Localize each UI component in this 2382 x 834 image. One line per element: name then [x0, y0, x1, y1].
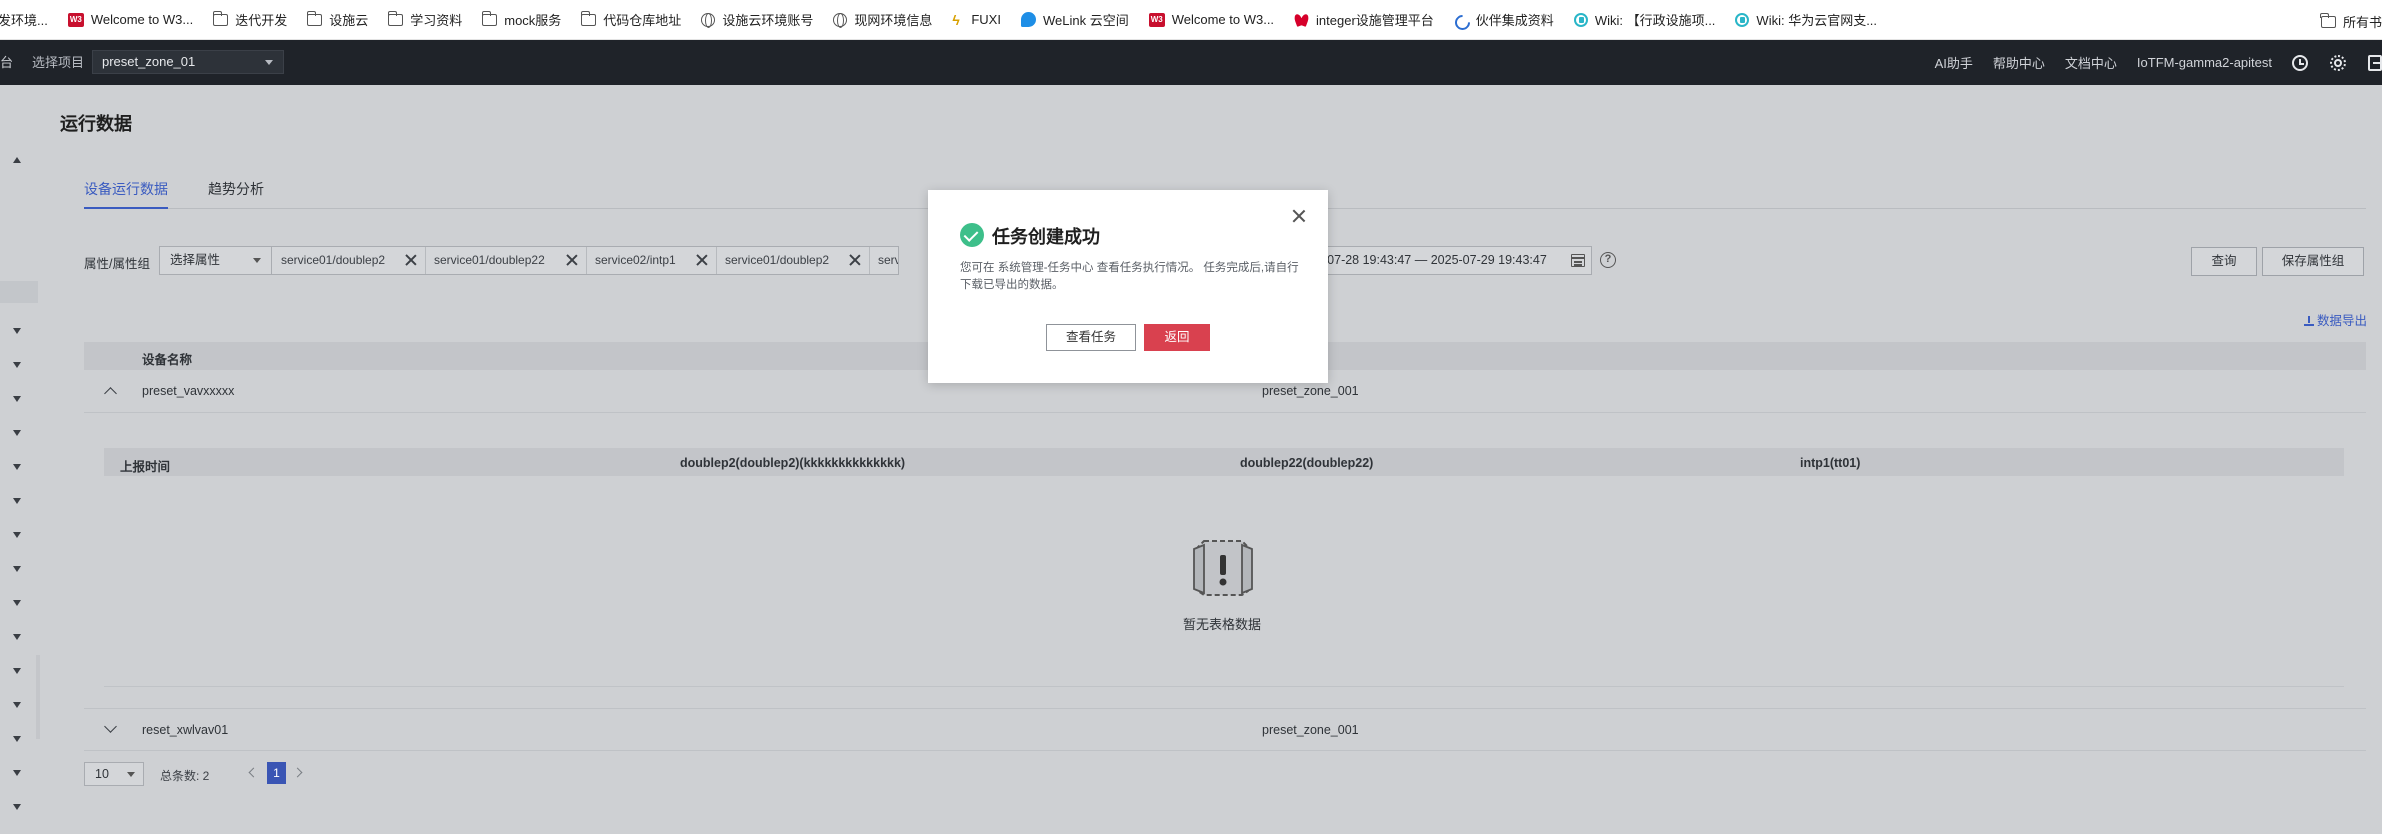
bookmark-label: 代码仓库地址: [603, 13, 682, 28]
project-select-value: preset_zone_01: [102, 54, 196, 69]
bookmark-item[interactable]: 迭代开发: [212, 10, 288, 29]
bookmark-label: 现网环境信息: [854, 13, 933, 28]
bookmark-item[interactable]: Wiki: 【行政设施项...: [1573, 10, 1716, 29]
success-check-icon: [960, 223, 984, 247]
wiki-icon: [1573, 12, 1588, 27]
bookmark-label: 迭代开发: [235, 13, 288, 28]
bookmark-item[interactable]: integer设施管理平台: [1294, 10, 1434, 29]
bookmark-label: 伙伴集成资料: [1475, 13, 1554, 28]
welink-icon: [1020, 12, 1036, 27]
bookmark-item[interactable]: W3 Welcome to W3...: [1148, 12, 1275, 27]
dialog-message: 您可在 系统管理-任务中心 查看任务执行情况。 任务完成后,请自行下载已导出的数…: [960, 262, 1299, 291]
folder-icon: [306, 10, 323, 26]
bookmark-item[interactable]: WeLink 云空间: [1020, 10, 1129, 29]
folder-icon: [2320, 12, 2336, 28]
w3-icon: W3: [67, 12, 84, 27]
nav-link-docs[interactable]: 文档中心: [2065, 53, 2117, 72]
bookmark-label: Welcome to W3...: [90, 12, 194, 27]
bookmark-item[interactable]: W3 Welcome to W3...: [67, 12, 194, 27]
dialog-title: 任务创建成功: [992, 227, 1100, 247]
bookmark-item[interactable]: 学习资料: [387, 10, 463, 29]
bookmark-label: 学习资料: [410, 13, 463, 28]
bookmark-label: 设施云环境账号: [722, 13, 814, 28]
folder-icon: [387, 10, 404, 26]
bookmark-item[interactable]: 设施云: [306, 10, 369, 29]
bookmark-label: WeLink 云空间: [1042, 13, 1129, 28]
bookmark-label: 设施云: [329, 13, 369, 28]
project-label: 选择项目: [32, 55, 85, 70]
logout-icon[interactable]: [2368, 54, 2382, 71]
top-nav: 台 选择项目 preset_zone_01 AI助手 帮助中心 文档中心 IoT…: [0, 40, 2382, 85]
bookmark-label: Wiki: 【行政设施项...: [1594, 13, 1716, 28]
view-task-button[interactable]: 查看任务: [1046, 324, 1136, 351]
bookmark-label: Welcome to W3...: [1171, 12, 1275, 27]
bookmark-label: 发环境...: [0, 13, 48, 28]
nav-right: AI助手 帮助中心 文档中心 IoTFM-gamma2-apitest: [1935, 40, 2382, 85]
fuxi-icon: ϟ: [952, 11, 960, 28]
close-icon[interactable]: [1292, 209, 1306, 223]
project-select[interactable]: preset_zone_01: [92, 50, 284, 74]
back-button[interactable]: 返回: [1144, 324, 1210, 351]
bookmark-all[interactable]: 所有书: [2316, 12, 2382, 31]
theme-icon[interactable]: [2330, 54, 2346, 71]
bookmark-item[interactable]: Wiki: 华为云官网支...: [1735, 10, 1877, 29]
bookmark-label: FUXI: [971, 12, 1001, 27]
nav-stub[interactable]: 台: [0, 40, 13, 85]
bookmark-item[interactable]: 伙伴集成资料: [1454, 10, 1554, 29]
bookmark-label: mock服务: [504, 13, 562, 28]
bookmarks-bar: 发环境... W3 Welcome to W3... 迭代开发 设施云 学习资料 mock服…: [0, 0, 2382, 40]
nav-link-ai[interactable]: AI助手: [1935, 53, 1973, 72]
folder-icon: [481, 10, 498, 26]
bookmark-item[interactable]: 发环境...: [0, 10, 48, 29]
globe-icon: [701, 12, 716, 28]
w3-icon: W3: [1148, 12, 1165, 27]
bookmark-item[interactable]: 代码仓库地址: [580, 10, 682, 29]
bookmark-label: integer设施管理平台: [1316, 13, 1434, 28]
bookmark-all-label: 所有书: [2342, 15, 2382, 30]
partner-icon: [1454, 13, 1469, 27]
globe-icon: [833, 12, 848, 28]
bookmark-item[interactable]: 设施云环境账号: [701, 10, 813, 29]
bookmark-item[interactable]: mock服务: [481, 10, 562, 29]
caret-down-icon: [265, 60, 273, 65]
nav-link-help[interactable]: 帮助中心: [1993, 53, 2045, 72]
huawei-icon: [1294, 13, 1309, 27]
clock-icon[interactable]: [2292, 54, 2308, 71]
bookmark-item[interactable]: 现网环境信息: [833, 10, 932, 29]
folder-icon: [212, 10, 229, 26]
bookmark-label: Wiki: 华为云官网支...: [1756, 13, 1878, 28]
wiki-icon: [1735, 12, 1750, 27]
bookmark-item[interactable]: ϟ FUXI: [952, 12, 1001, 27]
nav-user[interactable]: IoTFM-gamma2-apitest: [2137, 55, 2272, 70]
success-dialog: 任务创建成功 您可在 系统管理-任务中心 查看任务执行情况。 任务完成后,请自行…: [928, 190, 1328, 383]
folder-icon: [580, 10, 597, 26]
